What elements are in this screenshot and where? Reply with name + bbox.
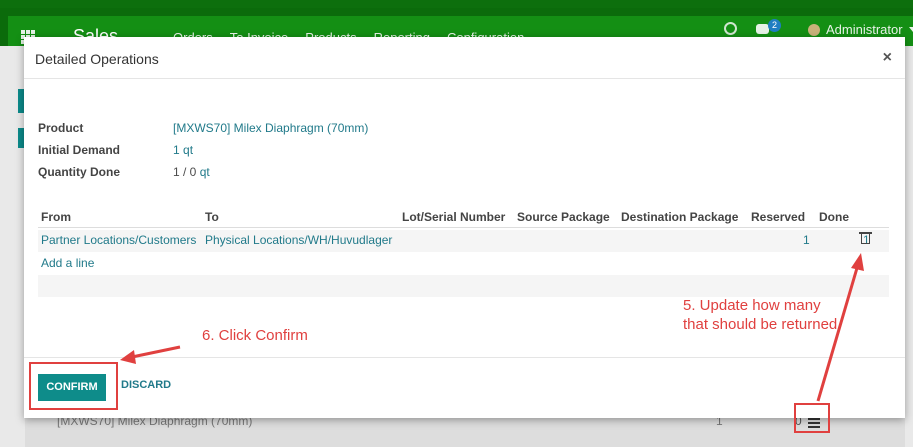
- demand-uom: qt: [183, 143, 194, 157]
- col-to[interactable]: To: [205, 210, 219, 224]
- discard-button[interactable]: DISCARD: [121, 379, 171, 391]
- activity-clock-icon[interactable]: [724, 22, 737, 35]
- row-to[interactable]: Physical Locations/WH/Huvudlager: [205, 233, 392, 247]
- user-name: Administrator: [826, 22, 903, 37]
- quantity-done-value: 1 / 0 qt: [173, 165, 210, 179]
- chat-count-badge: 2: [768, 19, 781, 32]
- row-reserved: 1: [803, 233, 810, 247]
- step5-annotation-line2: that should be returned.: [683, 316, 842, 333]
- initial-demand-value: 1 qt: [173, 143, 193, 157]
- col-destination-package[interactable]: Destination Package: [621, 210, 738, 224]
- product-link[interactable]: [MXWS70] Milex Diaphragm (70mm): [173, 121, 368, 135]
- user-avatar-icon: [808, 23, 820, 36]
- col-lot[interactable]: Lot/Serial Number: [402, 210, 505, 224]
- trash-icon[interactable]: [861, 234, 870, 244]
- col-from[interactable]: From: [41, 210, 71, 224]
- col-reserved[interactable]: Reserved: [751, 210, 805, 224]
- col-done[interactable]: Done: [819, 210, 849, 224]
- row-from[interactable]: Partner Locations/Customers: [41, 233, 196, 247]
- empty-table-row: [38, 275, 889, 297]
- col-source-package[interactable]: Source Package: [517, 210, 610, 224]
- list-icon-highlight-box: [794, 403, 830, 433]
- table-row[interactable]: Partner Locations/Customers Physical Loc…: [38, 230, 889, 252]
- step5-annotation-line1: 5. Update how many: [683, 297, 821, 314]
- add-line-link[interactable]: Add a line: [41, 256, 94, 270]
- demand-qty: 1: [173, 143, 180, 157]
- operations-table-header: From To Lot/Serial Number Source Package…: [38, 208, 889, 228]
- quantity-done-label: Quantity Done: [38, 165, 121, 179]
- dialog-title: Detailed Operations: [35, 51, 159, 67]
- product-label: Product: [38, 121, 84, 135]
- step6-annotation: 6. Click Confirm: [202, 327, 308, 344]
- done-qty: 1 / 0: [173, 165, 197, 179]
- close-icon[interactable]: ×: [883, 49, 892, 67]
- detailed-operations-dialog: Detailed Operations × Product [MXWS70] M…: [24, 37, 905, 418]
- initial-demand-label: Initial Demand: [38, 143, 121, 157]
- user-menu[interactable]: Administrator: [808, 22, 913, 37]
- dialog-footer: CONFIRM DISCARD: [24, 357, 905, 418]
- caret-down-icon: [908, 27, 913, 32]
- dialog-header: Detailed Operations ×: [24, 37, 905, 79]
- done-uom: qt: [199, 165, 210, 179]
- confirm-highlight-box: [29, 362, 118, 410]
